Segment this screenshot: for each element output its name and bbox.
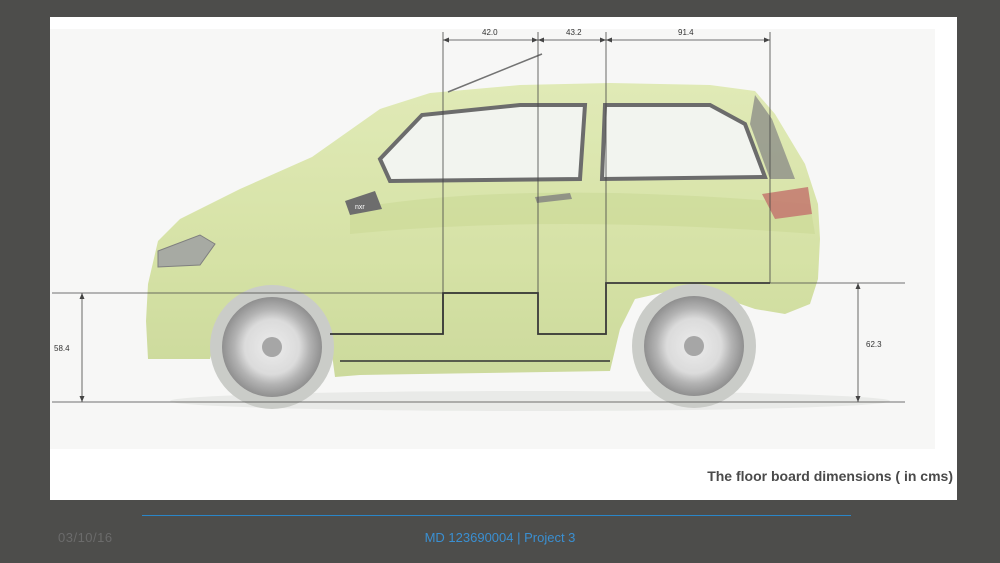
right-height-label: 62.3 [866,340,882,349]
footer-project-label: MD 123690004 | Project 3 [424,530,576,545]
dimension-label-3: 91.4 [678,29,694,37]
slide-panel: nxr 42.0 43.2 91.4 58.4 62.3 The floor b… [50,17,957,500]
fade-overlay [50,29,935,449]
car-dimension-drawing: nxr 42.0 43.2 91.4 58.4 62.3 [50,29,935,449]
dimension-label-1: 42.0 [482,29,498,37]
left-height-label: 58.4 [54,344,70,353]
diagram-caption: The floor board dimensions ( in cms) [707,468,953,484]
dimension-label-2: 43.2 [566,29,582,37]
footer-divider [142,515,851,516]
car-diagram: nxr 42.0 43.2 91.4 58.4 62.3 [50,29,935,449]
